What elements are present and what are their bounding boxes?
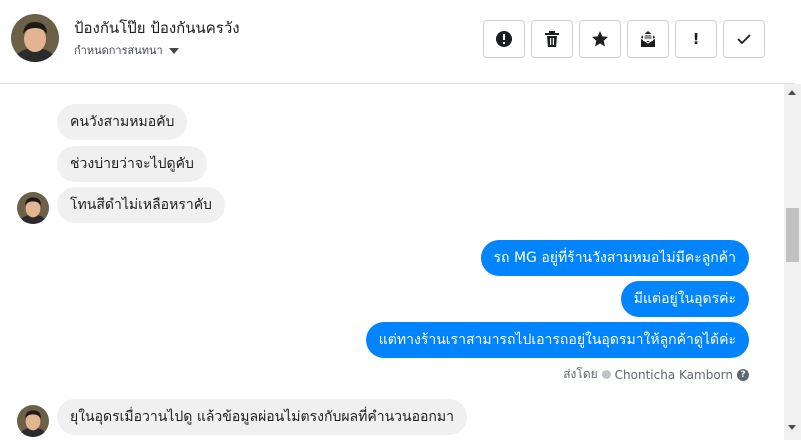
exclamation-icon: ! <box>692 30 700 48</box>
check-icon <box>737 34 751 45</box>
scroll-down-arrow-icon[interactable] <box>788 425 796 430</box>
conversation-label: กำหนดการสนทนา <box>74 44 163 57</box>
star-icon <box>592 31 608 47</box>
incoming-message[interactable]: คนวังสามหมอคับ <box>57 104 188 140</box>
exclamation-circle-icon <box>496 31 512 47</box>
archive-envelope-icon <box>640 31 656 47</box>
sent-by-line: ส่งโดย Chonticha Kamborn ? <box>563 365 749 384</box>
trash-icon <box>545 31 559 47</box>
help-icon[interactable]: ? <box>737 368 749 381</box>
page-badge-icon <box>601 370 611 379</box>
incoming-message[interactable]: ยุในอุดรเมื่อวานไปดู แล้วข้อมูลผ่อนไม่ตร… <box>57 399 467 435</box>
outgoing-message[interactable]: รถ MG อยู่ที่ร้านวังสามหมอไม่มีคะลูกค้า <box>480 240 749 276</box>
mark-important-button[interactable]: ! <box>675 20 717 58</box>
conversation-header: ป้องกันโป๊ย ป้องกันนครวัง กำหนดการสนทนา <box>0 0 795 84</box>
sent-by-name[interactable]: Chonticha Kamborn <box>615 368 733 382</box>
scrollbar[interactable] <box>784 84 801 440</box>
incoming-message[interactable]: โทนสีดำไม่เหลือหราคับ <box>57 187 225 223</box>
incoming-message[interactable]: ช่วงบ่ายว่าจะไปดูคับ <box>57 146 207 182</box>
sender-avatar[interactable] <box>17 405 49 437</box>
star-button[interactable] <box>579 20 621 58</box>
contact-name: ป้องกันโป๊ย ป้องกันนครวัง <box>74 19 240 37</box>
report-button[interactable] <box>483 20 525 58</box>
contact-avatar[interactable] <box>11 14 59 62</box>
mark-done-button[interactable] <box>723 20 765 58</box>
scroll-up-arrow-icon[interactable] <box>788 90 796 95</box>
sent-by-prefix: ส่งโดย <box>563 367 598 381</box>
sender-avatar[interactable] <box>17 192 49 224</box>
caret-down-icon <box>168 47 179 54</box>
scrollbar-thumb[interactable] <box>786 208 799 262</box>
archive-button[interactable] <box>627 20 669 58</box>
conversation-toolbar: ! <box>483 20 765 58</box>
delete-button[interactable] <box>531 20 573 58</box>
conversation-label-dropdown[interactable]: กำหนดการสนทนา <box>74 41 179 59</box>
outgoing-message[interactable]: แต่ทางร้านเราสามารถไปเอารถอยู่ในอุดรมาให… <box>365 322 749 358</box>
outgoing-message[interactable]: มีแต่อยู่ในอุดรค่ะ <box>620 281 749 317</box>
